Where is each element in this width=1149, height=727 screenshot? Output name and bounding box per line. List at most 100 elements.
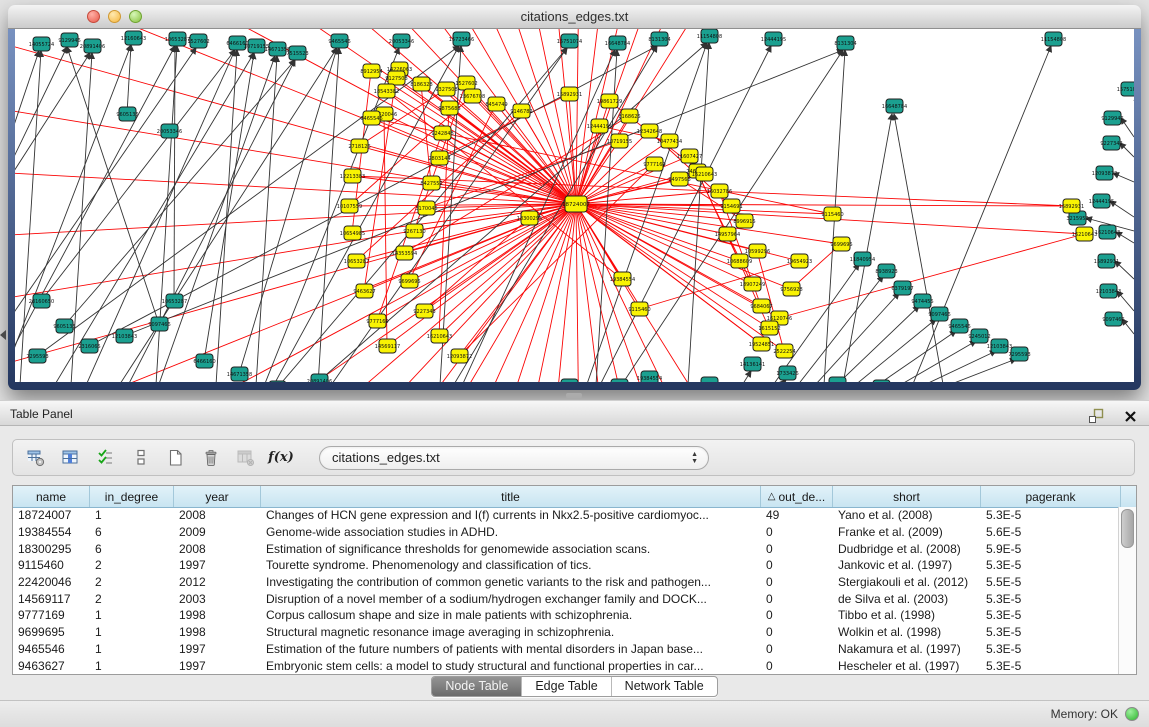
graph-node[interactable]: [1100, 284, 1117, 298]
graph-node[interactable]: [561, 87, 578, 101]
graph-node[interactable]: [1103, 136, 1120, 150]
graph-node[interactable]: [33, 294, 50, 308]
graph-node[interactable]: [438, 82, 455, 96]
graph-node[interactable]: [854, 252, 871, 266]
table-row[interactable]: 969969511998Structural magnetic resonanc…: [13, 624, 1119, 641]
tab-edge-table[interactable]: Edge Table: [522, 677, 611, 696]
network-table-select[interactable]: citations_edges.txt ▲▼: [319, 446, 709, 470]
graph-node[interactable]: [671, 172, 688, 186]
graph-node[interactable]: [269, 42, 286, 56]
graph-node[interactable]: [378, 84, 395, 98]
graph-node[interactable]: [151, 317, 168, 331]
graph-node[interactable]: [1011, 347, 1028, 361]
graph-node[interactable]: [388, 71, 405, 85]
graph-node[interactable]: [190, 34, 207, 48]
table-columns-icon[interactable]: [60, 447, 82, 469]
close-window-button[interactable]: [87, 10, 100, 23]
graph-node[interactable]: [331, 34, 348, 48]
scrollbar-thumb[interactable]: [1121, 509, 1134, 548]
graph-node[interactable]: [609, 36, 626, 50]
new-table-icon[interactable]: [165, 447, 187, 469]
graph-node[interactable]: [29, 349, 46, 363]
graph-node[interactable]: [701, 377, 718, 382]
graph-node[interactable]: [991, 339, 1008, 353]
graph-node[interactable]: [1121, 82, 1134, 96]
graph-node[interactable]: [441, 101, 458, 115]
graph-node[interactable]: [289, 46, 306, 60]
graph-node[interactable]: [488, 97, 505, 111]
table-row[interactable]: 946554611997Estimation of the future num…: [13, 641, 1119, 658]
graph-node[interactable]: [431, 151, 448, 165]
graph-node[interactable]: [453, 32, 470, 46]
graph-node[interactable]: [269, 381, 286, 382]
graph-node[interactable]: [601, 94, 618, 108]
graph-node[interactable]: [753, 299, 770, 313]
graph-node[interactable]: [311, 374, 328, 382]
graph-node[interactable]: [779, 366, 796, 380]
delete-table-icon[interactable]: [200, 447, 222, 469]
graph-node[interactable]: [344, 226, 361, 240]
graph-node[interactable]: [169, 32, 186, 46]
graph-node[interactable]: [744, 277, 761, 291]
graph-node[interactable]: [363, 111, 380, 125]
graph-node[interactable]: [824, 207, 841, 221]
graph-node[interactable]: [513, 104, 530, 118]
graph-node[interactable]: [661, 134, 678, 148]
graph-node[interactable]: [646, 157, 663, 171]
graph-node[interactable]: [84, 39, 101, 53]
column-header-name[interactable]: name: [13, 486, 90, 507]
table-row[interactable]: 1456911722003Disruption of a novel membe…: [13, 590, 1119, 607]
graph-node[interactable]: [611, 379, 628, 382]
graph-node[interactable]: [1045, 32, 1062, 46]
graph-node[interactable]: [464, 89, 481, 103]
graph-node[interactable]: [914, 294, 931, 308]
graph-node[interactable]: [33, 37, 50, 51]
graph-node[interactable]: [416, 304, 433, 318]
table-row[interactable]: 1872400712008Changes of HCN gene express…: [13, 507, 1119, 524]
network-graph[interactable]: 1405572491299462089140612160643106532871…: [15, 29, 1134, 382]
graph-node[interactable]: [621, 109, 638, 123]
graph-node[interactable]: [231, 367, 248, 381]
table-row[interactable]: 1938455462009Genome-wide association stu…: [13, 524, 1119, 541]
graph-node[interactable]: [369, 314, 386, 328]
graph-node[interactable]: [196, 354, 213, 368]
graph-node[interactable]: [614, 272, 631, 286]
graph-node[interactable]: [1063, 199, 1080, 213]
graph-node[interactable]: [61, 33, 78, 47]
graph-node[interactable]: [829, 377, 846, 382]
graph-node[interactable]: [561, 34, 578, 48]
graph-node[interactable]: [1099, 225, 1116, 239]
graph-node[interactable]: [753, 337, 770, 351]
graph-node[interactable]: [701, 29, 718, 43]
graph-node[interactable]: [341, 199, 358, 213]
table-row[interactable]: 977716911998Corpus callosum shape and si…: [13, 607, 1119, 624]
graph-node[interactable]: [696, 167, 713, 181]
graph-node[interactable]: [1096, 166, 1113, 180]
minimize-window-button[interactable]: [108, 10, 121, 23]
graph-node[interactable]: [749, 244, 766, 258]
graph-node[interactable]: [406, 224, 423, 238]
graph-node[interactable]: [631, 302, 648, 316]
graph-node[interactable]: [393, 34, 410, 48]
graph-node[interactable]: [681, 149, 698, 163]
close-panel-icon[interactable]: [1119, 405, 1141, 427]
column-header-year[interactable]: year: [174, 486, 261, 507]
window-titlebar[interactable]: citations_edges.txt: [8, 5, 1141, 29]
column-header-out_de[interactable]: △out_de...: [761, 486, 833, 507]
graph-node[interactable]: [1098, 254, 1115, 268]
graph-node[interactable]: [873, 380, 890, 382]
network-canvas[interactable]: 1405572491299462089140612160643106532871…: [15, 29, 1134, 382]
graph-node[interactable]: [119, 107, 136, 121]
graph-node[interactable]: [971, 329, 988, 343]
graph-node[interactable]: [379, 339, 396, 353]
graph-node[interactable]: [723, 199, 740, 213]
graph-node[interactable]: [351, 139, 368, 153]
graph-node[interactable]: [413, 77, 430, 91]
graph-node[interactable]: [348, 254, 365, 268]
vertical-scrollbar[interactable]: [1118, 507, 1136, 674]
graph-node[interactable]: [434, 126, 451, 140]
graph-node[interactable]: [363, 64, 380, 78]
graph-node[interactable]: [56, 319, 73, 333]
table-row[interactable]: 1830029562008Estimation of significance …: [13, 540, 1119, 557]
graph-node[interactable]: [886, 99, 903, 113]
